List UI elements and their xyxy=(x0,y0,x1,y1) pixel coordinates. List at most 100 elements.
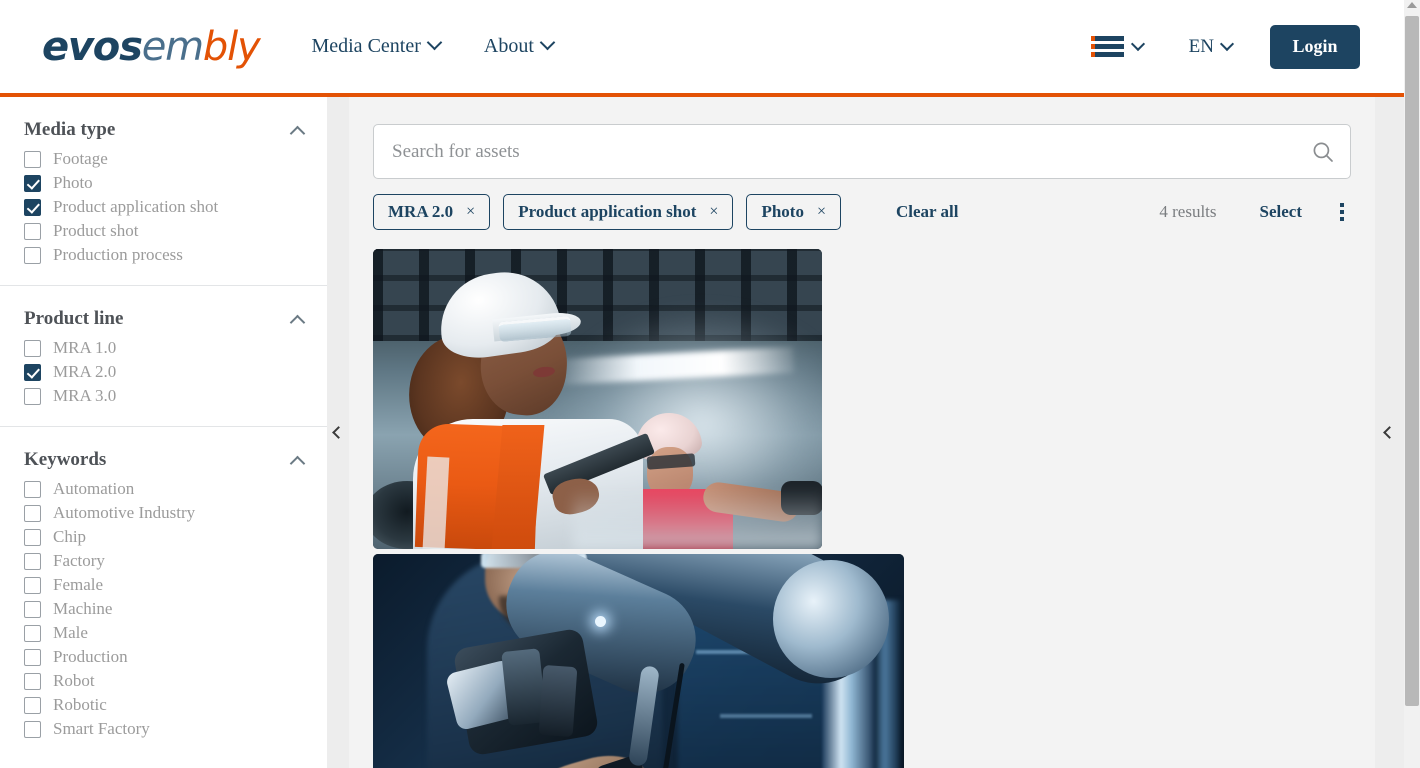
filter-chip-photo[interactable]: Photo × xyxy=(746,194,841,230)
checkbox-box xyxy=(24,340,41,357)
nav-about[interactable]: About xyxy=(484,35,553,58)
checkbox-robot[interactable]: Robot xyxy=(24,669,303,693)
checkbox-box xyxy=(24,649,41,666)
close-icon[interactable]: × xyxy=(817,204,826,220)
chevron-up-icon xyxy=(290,314,306,330)
active-filters-row: MRA 2.0 × Product application shot × Pho… xyxy=(349,179,1375,230)
checkbox-machine[interactable]: Machine xyxy=(24,597,303,621)
checkbox-box-checked xyxy=(24,175,41,192)
search-icon[interactable] xyxy=(1296,141,1350,163)
nav-media-center[interactable]: Media Center xyxy=(311,35,439,58)
search-input[interactable] xyxy=(374,141,1296,163)
checkbox-box xyxy=(24,721,41,738)
results-collapse-handle[interactable] xyxy=(1375,97,1404,768)
logo-part-2: em xyxy=(142,24,203,70)
checkbox-label: MRA 2.0 xyxy=(53,362,116,382)
facet-product-line-title: Product line xyxy=(24,308,123,330)
brand-logo[interactable]: evosembly xyxy=(42,27,259,67)
checkbox-robotic[interactable]: Robotic xyxy=(24,693,303,717)
checkbox-label: Product shot xyxy=(53,221,138,241)
select-button[interactable]: Select xyxy=(1260,202,1302,222)
close-icon[interactable]: × xyxy=(466,204,475,220)
checkbox-label: Machine xyxy=(53,599,112,619)
close-icon[interactable]: × xyxy=(709,204,718,220)
checkbox-factory[interactable]: Factory xyxy=(24,549,303,573)
checkbox-mra-1-0[interactable]: MRA 1.0 xyxy=(24,336,303,360)
facet-keywords-header[interactable]: Keywords xyxy=(24,427,303,477)
checkbox-box xyxy=(24,247,41,264)
checkbox-footage[interactable]: Footage xyxy=(24,147,303,171)
chevron-left-icon xyxy=(332,426,345,439)
checkbox-box-checked xyxy=(24,364,41,381)
asset-thumbnail-factory-worker xyxy=(373,249,822,549)
primary-nav: Media Center About xyxy=(311,35,552,58)
clear-all-button[interactable]: Clear all xyxy=(896,202,958,222)
checkbox-mra-2-0[interactable]: MRA 2.0 xyxy=(24,360,303,384)
checkbox-box xyxy=(24,697,41,714)
asset-tile[interactable] xyxy=(373,249,822,549)
checkbox-box xyxy=(24,151,41,168)
checkbox-box xyxy=(24,577,41,594)
search-row xyxy=(349,97,1375,179)
chevron-down-icon xyxy=(1220,36,1234,50)
checkbox-label: Automation xyxy=(53,479,134,499)
hamburger-menu-button[interactable] xyxy=(1091,36,1143,57)
checkbox-product-application-shot[interactable]: Product application shot xyxy=(24,195,303,219)
checkbox-automotive-industry[interactable]: Automotive Industry xyxy=(24,501,303,525)
checkbox-label: Production xyxy=(53,647,128,667)
filter-chip-mra-2-0[interactable]: MRA 2.0 × xyxy=(373,194,490,230)
sidebar-collapse-handle[interactable] xyxy=(327,97,349,768)
more-vertical-icon[interactable] xyxy=(1333,201,1351,223)
checkbox-photo[interactable]: Photo xyxy=(24,171,303,195)
checkbox-product-shot[interactable]: Product shot xyxy=(24,219,303,243)
facet-media-type-title: Media type xyxy=(24,119,115,141)
checkbox-label: Photo xyxy=(53,173,93,193)
chevron-down-icon xyxy=(1131,36,1145,50)
checkbox-label: Robot xyxy=(53,671,95,691)
checkbox-female[interactable]: Female xyxy=(24,573,303,597)
facet-product-line-header[interactable]: Product line xyxy=(24,286,303,336)
checkbox-chip[interactable]: Chip xyxy=(24,525,303,549)
scrollbar-thumb[interactable] xyxy=(1405,16,1419,706)
facet-media-type-header[interactable]: Media type xyxy=(24,97,303,147)
checkbox-label: Female xyxy=(53,575,103,595)
hamburger-icon xyxy=(1091,36,1124,57)
filter-chip-label: MRA 2.0 xyxy=(388,202,453,222)
checkbox-label: Robotic xyxy=(53,695,107,715)
facet-keywords-options: Automation Automotive Industry Chip Fact… xyxy=(24,477,303,759)
facet-media-type: Media type Footage Photo Product applica… xyxy=(0,97,327,285)
filter-chip-label: Product application shot xyxy=(518,202,696,222)
scroll-up-arrow-icon[interactable] xyxy=(1407,2,1417,8)
checkbox-mra-3-0[interactable]: MRA 3.0 xyxy=(24,384,303,408)
checkbox-label: Production process xyxy=(53,245,183,265)
facet-keywords-title: Keywords xyxy=(24,449,106,471)
chevron-up-icon xyxy=(290,455,306,471)
checkbox-box xyxy=(24,223,41,240)
page-scrollbar[interactable] xyxy=(1404,0,1420,768)
checkbox-automation[interactable]: Automation xyxy=(24,477,303,501)
chevron-down-icon xyxy=(540,35,556,51)
checkbox-box xyxy=(24,625,41,642)
checkbox-box xyxy=(24,505,41,522)
checkbox-production[interactable]: Production xyxy=(24,645,303,669)
checkbox-label: Smart Factory xyxy=(53,719,150,739)
checkbox-production-process[interactable]: Production process xyxy=(24,243,303,267)
checkbox-box-checked xyxy=(24,199,41,216)
chevron-up-icon xyxy=(290,125,306,141)
filter-chip-product-application-shot[interactable]: Product application shot × xyxy=(503,194,733,230)
facet-product-line: Product line MRA 1.0 MRA 2.0 MRA 3.0 xyxy=(0,285,327,426)
language-label: EN xyxy=(1189,36,1214,58)
checkbox-box xyxy=(24,388,41,405)
language-selector[interactable]: EN xyxy=(1189,36,1232,58)
checkbox-box xyxy=(24,481,41,498)
checkbox-label: Male xyxy=(53,623,88,643)
logo-part-3: bly xyxy=(203,24,260,70)
filter-chip-label: Photo xyxy=(761,202,804,222)
asset-grid xyxy=(349,230,1375,768)
header-actions: EN Login xyxy=(1091,0,1404,93)
asset-tile[interactable] xyxy=(373,554,904,768)
checkbox-smart-factory[interactable]: Smart Factory xyxy=(24,717,303,741)
login-button[interactable]: Login xyxy=(1270,25,1360,69)
checkbox-box xyxy=(24,673,41,690)
checkbox-male[interactable]: Male xyxy=(24,621,303,645)
